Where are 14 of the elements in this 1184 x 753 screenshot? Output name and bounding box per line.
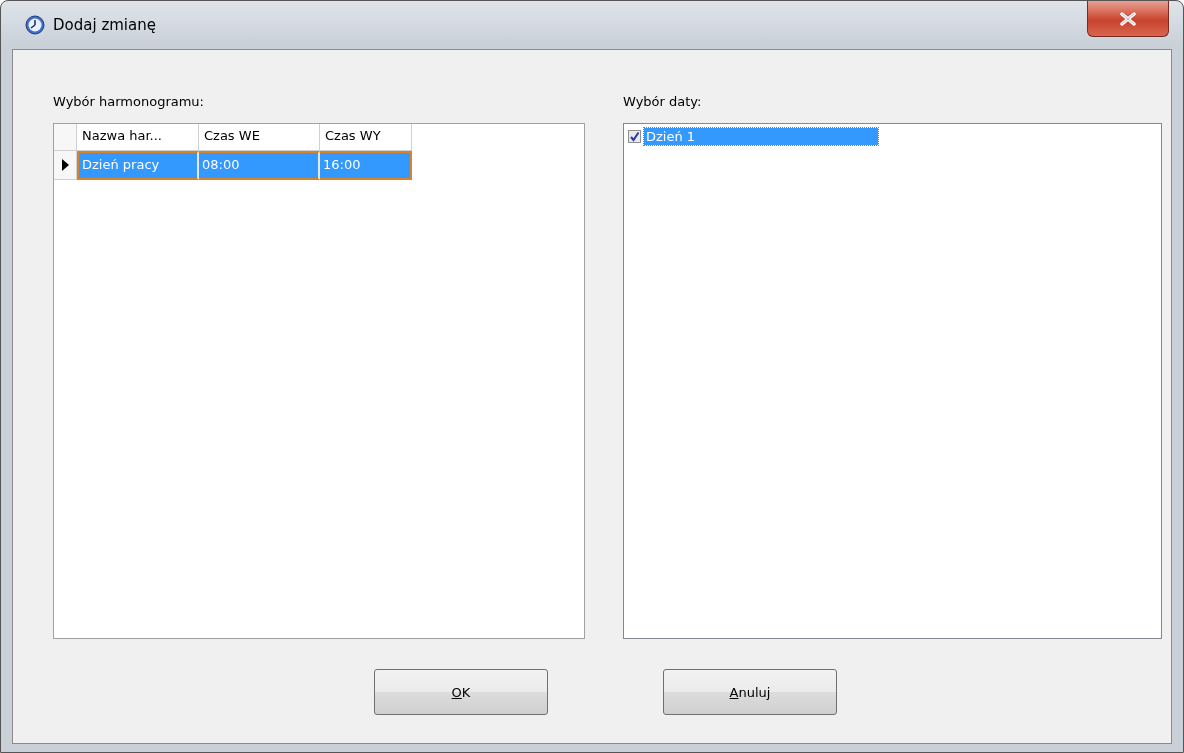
row-header[interactable] [54, 151, 77, 180]
schedule-label: Wybór harmonogramu: [53, 94, 205, 109]
dialog-button[interactable]: Anuluj [663, 669, 837, 715]
checkbox[interactable] [628, 130, 641, 143]
column-header[interactable]: Czas WE [199, 124, 320, 151]
column-header[interactable]: Czas WY [320, 124, 412, 151]
window-title: Dodaj zmianę [53, 16, 156, 34]
dialog-button[interactable]: OK [374, 669, 548, 715]
close-icon [1119, 11, 1137, 26]
date-label: Wybór daty: [623, 94, 703, 109]
clock-icon [25, 15, 45, 35]
close-button[interactable] [1087, 1, 1169, 37]
row-pointer-icon [61, 159, 69, 171]
column-header[interactable]: Nazwa har... [77, 124, 199, 151]
